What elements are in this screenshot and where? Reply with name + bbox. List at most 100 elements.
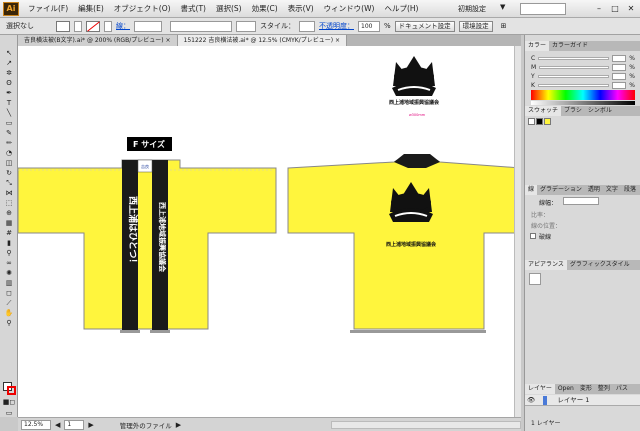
tab-align[interactable]: 整列 (595, 384, 613, 394)
eyedropper-tool-icon[interactable]: ⚲ (1, 248, 17, 258)
minimize-icon[interactable]: – (594, 3, 604, 14)
shape-builder-tool-icon[interactable]: ⊕ (1, 208, 17, 218)
hand-tool-icon[interactable]: ✋ (1, 308, 17, 318)
tab-character[interactable]: 文字 (603, 185, 621, 195)
tab-close-icon[interactable]: × (335, 37, 340, 44)
swatch-yellow[interactable] (544, 118, 551, 125)
menu-help[interactable]: ヘルプ(H) (379, 0, 423, 18)
rotate-tool-icon[interactable]: ↻ (1, 168, 17, 178)
menu-effect[interactable]: 効果(C) (247, 0, 283, 18)
fill-swatch[interactable] (56, 20, 70, 32)
opacity-field[interactable]: 100 (358, 20, 380, 32)
zoom-tool-icon[interactable]: ⚲ (1, 318, 17, 328)
tab-document-2[interactable]: 151222 吉良横法被.ai* @ 12.5% (CMYK/プレビュー) × (177, 35, 347, 46)
swatch-registration[interactable] (536, 118, 543, 125)
prev-artboard-icon[interactable]: ◀ (55, 421, 60, 429)
visibility-eye-icon[interactable]: 👁 (527, 396, 535, 404)
tab-symbols[interactable]: シンボル (585, 106, 615, 116)
scale-tool-icon[interactable]: ⤡ (1, 178, 17, 188)
tab-transform[interactable]: 変形 (577, 384, 595, 394)
gray-ramp[interactable] (531, 101, 635, 105)
slider-c[interactable]: C% (531, 54, 635, 62)
zoom-field[interactable]: 12.5% (21, 419, 51, 430)
close-icon[interactable]: ✕ (626, 3, 636, 14)
type-tool-icon[interactable]: T (1, 98, 17, 108)
vertical-scrollbar[interactable] (514, 46, 521, 417)
menu-view[interactable]: 表示(V) (283, 0, 319, 18)
stroke-weight-input[interactable] (563, 197, 599, 205)
graph-tool-icon[interactable]: ▥ (1, 278, 17, 288)
style-dropdown[interactable] (299, 20, 315, 32)
menu-select[interactable]: 選択(S) (211, 0, 247, 18)
document-setup-button[interactable]: ドキュメント設定 (394, 20, 455, 32)
eraser-tool-icon[interactable]: ◫ (1, 158, 17, 168)
arrange-icon[interactable]: ⊞ (501, 22, 507, 30)
preferences-button[interactable]: 環境設定 (458, 20, 493, 32)
opacity-label[interactable]: 不透明度： (319, 21, 354, 31)
magic-wand-tool-icon[interactable]: ✲ (1, 68, 17, 78)
rectangle-tool-icon[interactable]: ▭ (1, 118, 17, 128)
symbol-sprayer-tool-icon[interactable]: ✺ (1, 268, 17, 278)
menu-object[interactable]: オブジェクト(O) (109, 0, 176, 18)
slider-m[interactable]: M% (531, 63, 635, 71)
brush-dropdown[interactable] (236, 20, 256, 32)
color-spectrum[interactable] (531, 90, 635, 100)
tab-stroke[interactable]: 線 (525, 185, 538, 195)
artboard-tool-icon[interactable]: ◻ (1, 288, 17, 298)
menu-edit[interactable]: 編集(E) (73, 0, 109, 18)
tab-paragraph[interactable]: 段落 (621, 185, 639, 195)
menu-type[interactable]: 書式(T) (176, 0, 211, 18)
perspective-grid-tool-icon[interactable]: ▦ (1, 218, 17, 228)
width-tool-icon[interactable]: ⋈ (1, 188, 17, 198)
next-artboard-icon[interactable]: ▶ (88, 421, 93, 429)
dashed-checkbox[interactable] (530, 233, 536, 239)
color-mode-icon[interactable]: ■◻ (1, 397, 17, 407)
tab-gradient[interactable]: グラデーション (537, 185, 585, 195)
tab-close-icon[interactable]: × (165, 37, 170, 44)
swatch-none[interactable] (528, 118, 535, 125)
selection-tool-icon[interactable]: ↖ (1, 48, 17, 58)
tab-pathfinder[interactable]: パス (613, 384, 631, 394)
fill-dropdown[interactable] (74, 20, 82, 32)
tab-document-1[interactable]: 吉良横法被(B文字).ai* @ 200% (RGB/プレビュー) × (18, 35, 178, 46)
stroke-label[interactable]: 線： (116, 21, 130, 31)
menu-file[interactable]: ファイル(F) (23, 0, 73, 18)
graphic-style-default[interactable] (529, 273, 541, 285)
slider-k[interactable]: K% (531, 81, 635, 89)
workspace-switcher[interactable]: 初期設定 (458, 4, 486, 14)
pencil-tool-icon[interactable]: ✏ (1, 138, 17, 148)
tab-color[interactable]: カラー (525, 41, 550, 51)
artboard-canvas[interactable]: 西上浦地域振興協議会 w300mm F サイズ 吉良 西上浦はひとつ！ 西上浦地… (18, 46, 521, 417)
gradient-tool-icon[interactable]: ▮ (1, 238, 17, 248)
tab-transparency[interactable]: 透明 (585, 185, 603, 195)
stroke-indicator[interactable] (7, 386, 16, 395)
help-search-input[interactable] (520, 3, 566, 15)
tab-appearance[interactable]: アピアランス (525, 260, 567, 270)
slice-tool-icon[interactable]: ⟋ (1, 298, 17, 308)
tab-open[interactable]: Open (555, 384, 577, 394)
fill-stroke-indicator[interactable] (3, 382, 16, 395)
status-menu-icon[interactable]: ▶ (176, 421, 181, 429)
stroke-weight-field[interactable] (134, 20, 162, 32)
mesh-tool-icon[interactable]: # (1, 228, 17, 238)
stroke-swatch[interactable] (86, 20, 100, 32)
paintbrush-tool-icon[interactable]: ✎ (1, 128, 17, 138)
pen-tool-icon[interactable]: ✒ (1, 88, 17, 98)
blend-tool-icon[interactable]: ∞ (1, 258, 17, 268)
blob-brush-tool-icon[interactable]: ◔ (1, 148, 17, 158)
tab-color-guide[interactable]: カラーガイド (549, 41, 591, 51)
slider-y[interactable]: Y% (531, 72, 635, 80)
direct-selection-tool-icon[interactable]: ↗ (1, 58, 17, 68)
workspace-dropdown-icon[interactable]: ▼ (500, 3, 505, 11)
tab-swatches[interactable]: スウォッチ (525, 106, 562, 116)
horizontal-scrollbar[interactable] (331, 420, 521, 429)
tab-layers[interactable]: レイヤー (525, 384, 555, 394)
tab-graphic-styles[interactable]: グラフィックスタイル (567, 260, 633, 270)
free-transform-tool-icon[interactable]: ⬚ (1, 198, 17, 208)
screen-mode-icon[interactable]: ▭ (1, 408, 17, 418)
variable-width-dropdown[interactable] (170, 20, 232, 32)
lasso-tool-icon[interactable]: ʘ (1, 78, 17, 88)
tab-brushes[interactable]: ブラシ (561, 106, 585, 116)
artboard-number-field[interactable]: 1 (64, 419, 85, 430)
menu-window[interactable]: ウィンドウ(W) (319, 0, 380, 18)
